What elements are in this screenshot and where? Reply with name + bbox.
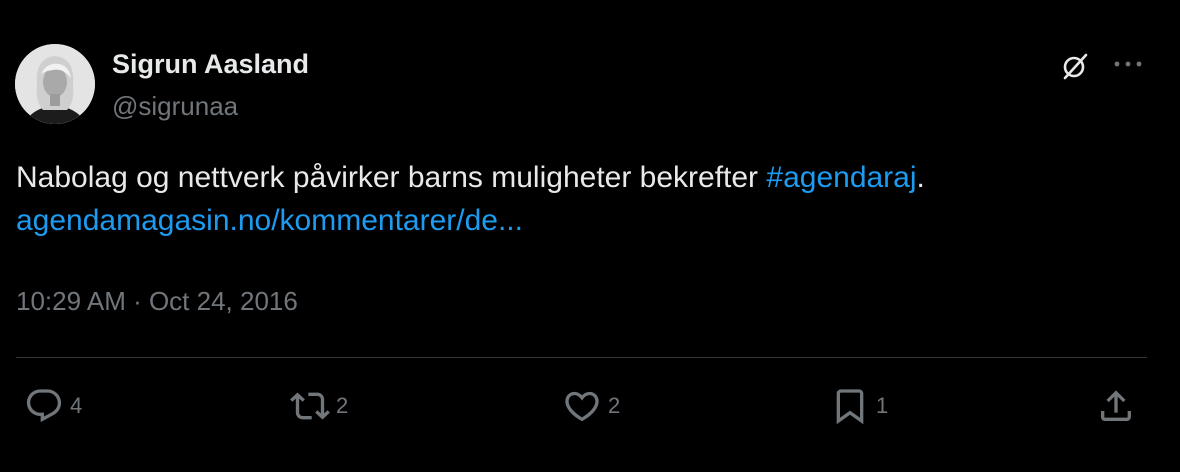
retweet-button[interactable]: 2 xyxy=(290,384,348,428)
reply-count: 4 xyxy=(70,393,83,418)
grok-button[interactable] xyxy=(1055,46,1095,86)
divider xyxy=(16,357,1147,358)
bookmark-icon xyxy=(836,389,864,425)
tweet-timestamp[interactable]: 10:29 AM · Oct 24, 2016 xyxy=(16,284,298,318)
reply-button[interactable]: 4 xyxy=(24,384,82,428)
author-handle[interactable]: @sigrunaa xyxy=(112,90,238,122)
avatar[interactable] xyxy=(15,44,95,124)
author-display-name[interactable]: Sigrun Aasland xyxy=(112,48,309,80)
share-button[interactable] xyxy=(1096,384,1136,428)
retweet-count: 2 xyxy=(336,393,349,418)
hashtag-link[interactable]: #agendaraj xyxy=(766,161,916,194)
retweet-icon xyxy=(290,392,330,420)
grok-icon xyxy=(1063,53,1088,80)
heart-icon xyxy=(565,391,599,422)
like-button[interactable]: 2 xyxy=(562,384,620,428)
tweet-text: Nabolag og nettverk påvirker barns mulig… xyxy=(16,156,1156,242)
tweet-text-body: Nabolag og nettverk påvirker barns mulig… xyxy=(16,161,767,194)
like-count: 2 xyxy=(608,393,621,418)
more-icon xyxy=(1114,61,1142,67)
tweet-text-punctuation: . xyxy=(916,161,925,194)
bookmark-count: 1 xyxy=(876,393,889,418)
more-button[interactable] xyxy=(1108,46,1148,82)
article-link[interactable]: agendamagasin.no/kommentarer/de... xyxy=(16,204,523,237)
profile-photo-icon xyxy=(15,44,95,124)
tweet-card: Sigrun Aasland @sigrunaa Nabolag og nett… xyxy=(0,0,1180,472)
share-icon xyxy=(1101,390,1131,421)
reply-icon xyxy=(26,389,62,423)
bookmark-button[interactable]: 1 xyxy=(830,384,888,428)
